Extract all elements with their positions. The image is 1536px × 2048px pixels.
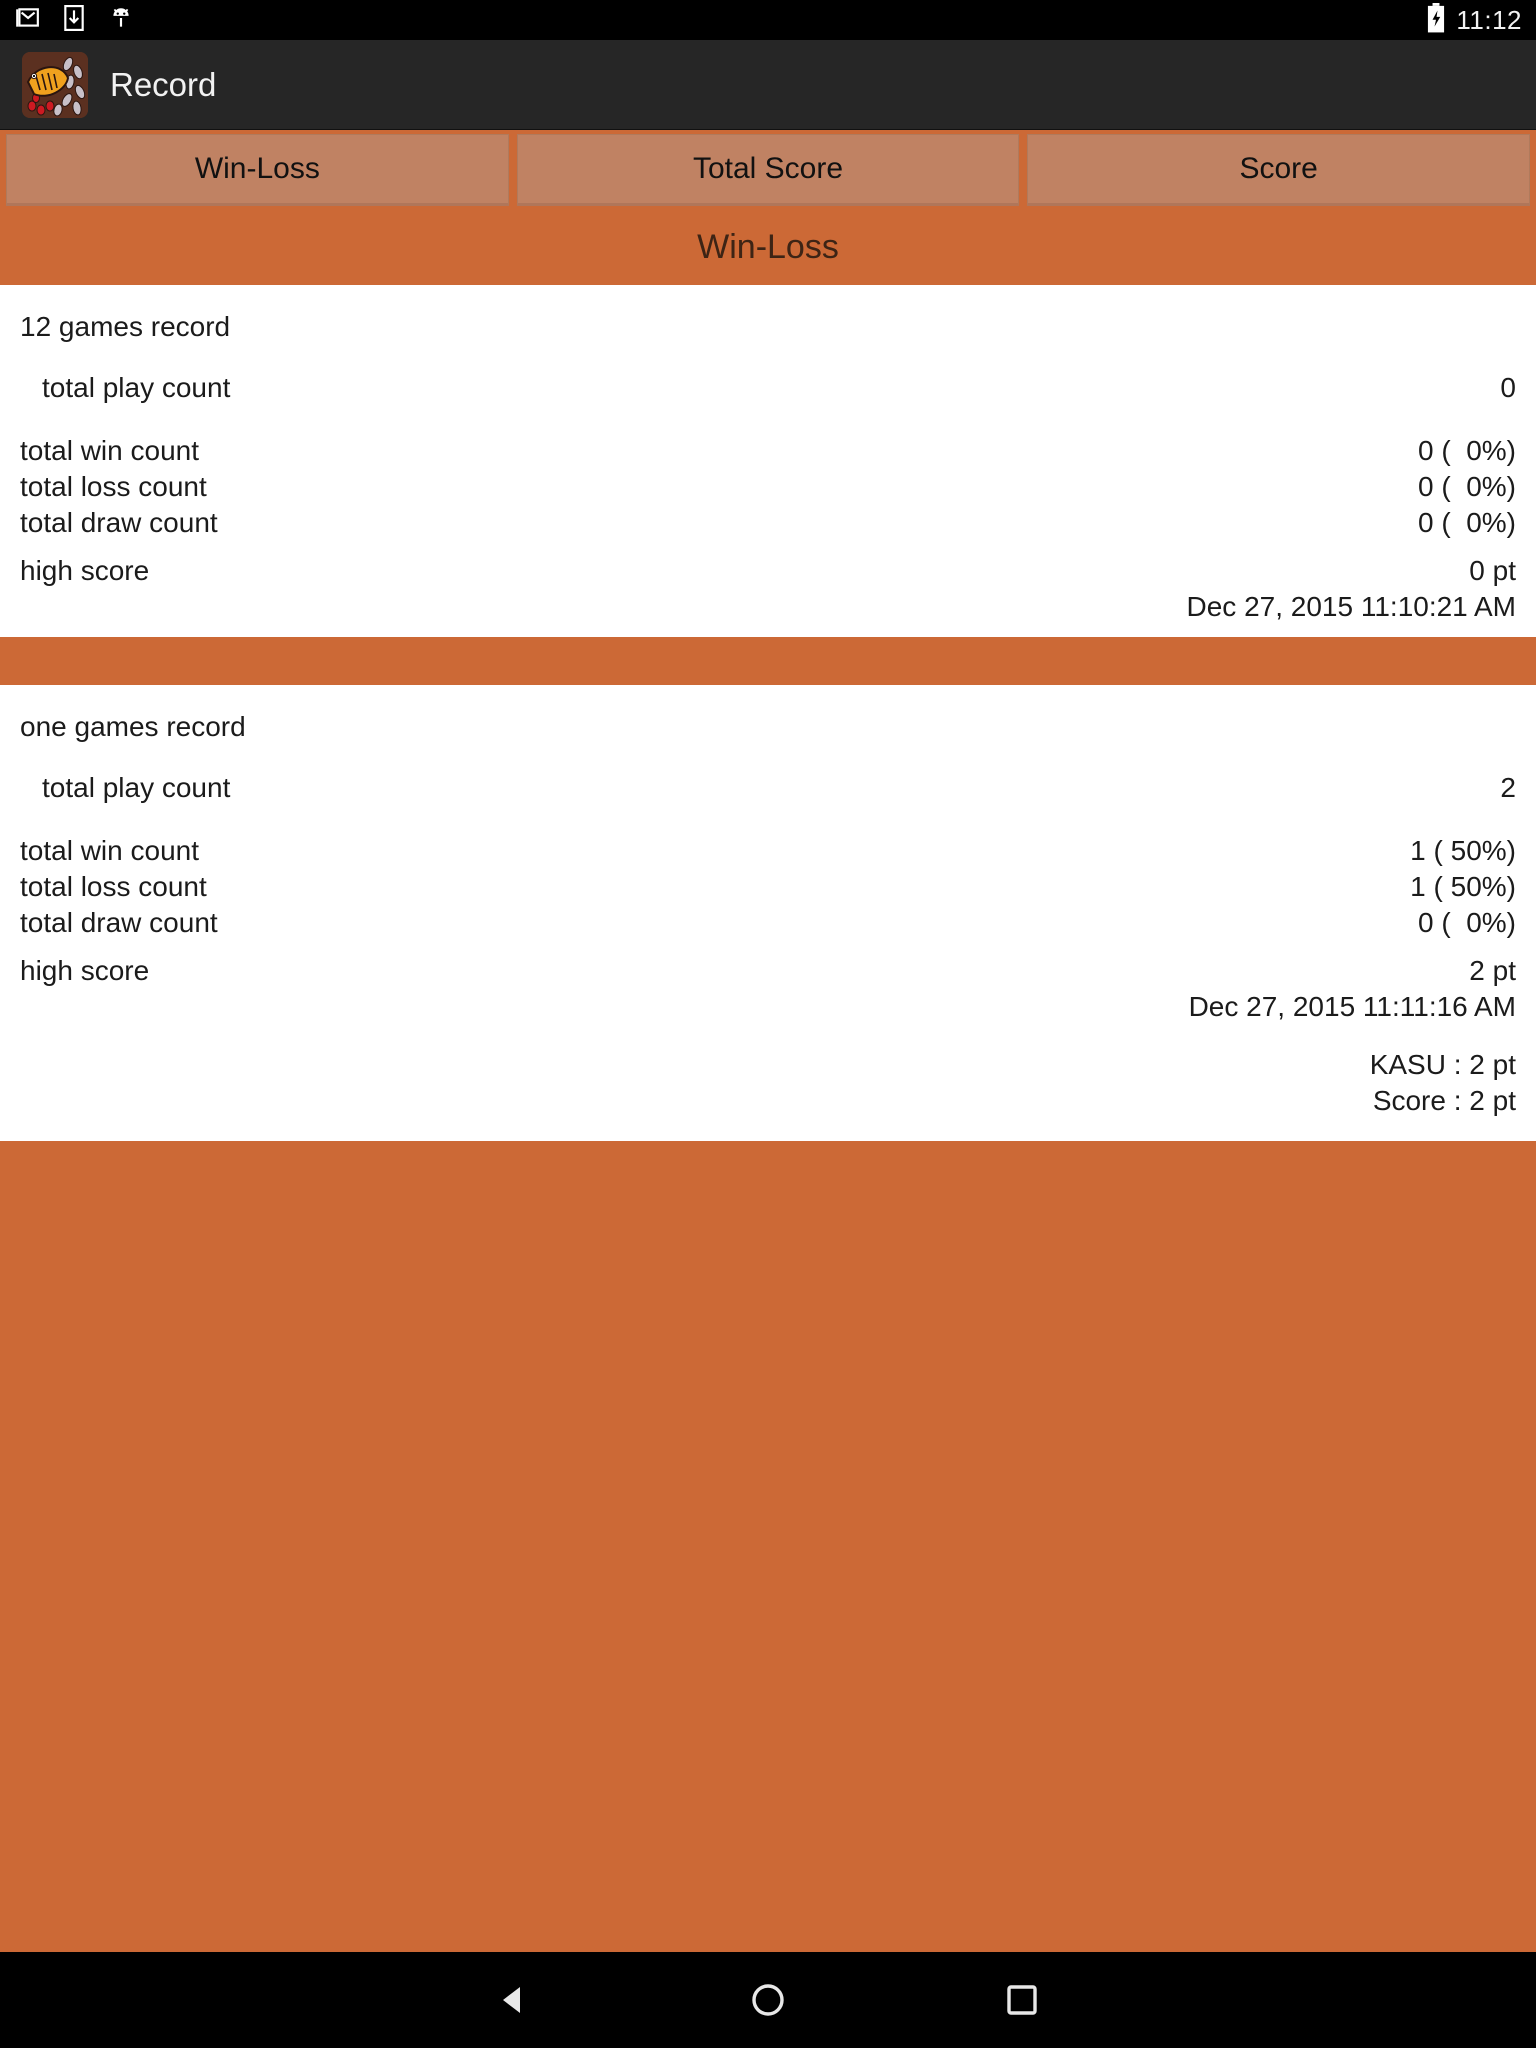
total-win-count-label: total win count [20, 435, 199, 466]
record-heading: 12 games record [20, 311, 231, 342]
row-total-loss-count: total loss count 1 ( 50%) [20, 869, 1516, 905]
total-draw-count-label: total draw count [20, 507, 218, 538]
total-draw-count-label: total draw count [20, 907, 218, 938]
high-score-value: 2 pt [1469, 955, 1516, 986]
total-win-count-label: total win count [20, 835, 199, 866]
record-list[interactable]: 12 games record total play count 0 total… [0, 285, 1536, 1952]
row-total-draw-count: total draw count 0 ( 0%) [20, 505, 1516, 541]
page-title: Record [110, 65, 217, 103]
record-card-12-games: 12 games record total play count 0 total… [0, 285, 1536, 637]
row-high-score: high score 2 pt [20, 953, 1516, 989]
row-total-loss-count: total loss count 0 ( 0%) [20, 469, 1516, 505]
android-debug-icon [108, 5, 134, 36]
app-launcher-icon [22, 51, 88, 118]
total-play-count-value: 0 [1500, 372, 1516, 403]
high-score-label: high score [20, 555, 150, 586]
action-bar: Record [0, 40, 1536, 130]
recents-square-icon[interactable] [995, 1973, 1049, 2027]
total-play-count-value: 2 [1500, 772, 1516, 803]
tab-total-score-label: Total Score [692, 152, 844, 185]
download-icon [62, 4, 86, 36]
total-loss-count-label: total loss count [20, 871, 207, 902]
back-triangle-icon[interactable] [487, 1973, 541, 2027]
high-score-date: Dec 27, 2015 11:11:16 AM [1188, 991, 1516, 1022]
tab-total-score[interactable]: Total Score [516, 134, 1020, 206]
app-screen: 11:12 Record Win-Loss Total Score Score … [0, 0, 1536, 2048]
row-high-score: high score 0 pt [20, 553, 1516, 589]
status-bar-clock: 11:12 [1456, 4, 1522, 35]
total-play-count-label: total play count [42, 372, 231, 403]
detail-line-kasu: KASU : 2 pt [1369, 1049, 1516, 1080]
total-win-count-value: 1 ( 50%) [1410, 835, 1516, 866]
tab-win-loss[interactable]: Win-Loss [6, 134, 509, 206]
record-heading: one games record [20, 711, 246, 742]
row-total-win-count: total win count 1 ( 50%) [20, 833, 1516, 869]
section-title: Win-Loss [0, 210, 1536, 285]
tab-score[interactable]: Score [1027, 134, 1531, 206]
status-bar-system-icons: 11:12 [1426, 2, 1522, 38]
row-total-play-count: total play count 2 [20, 765, 1516, 811]
row-total-play-count: total play count 0 [20, 365, 1516, 411]
high-score-label: high score [20, 955, 150, 986]
gmail-icon [14, 5, 40, 36]
record-divider [0, 637, 1536, 685]
total-loss-count-value: 0 ( 0%) [1417, 471, 1516, 502]
record-card-one-game: one games record total play count 2 tota… [0, 685, 1536, 1141]
high-score-value: 0 pt [1469, 555, 1516, 586]
status-bar: 11:12 [0, 0, 1536, 40]
total-draw-count-value: 0 ( 0%) [1417, 507, 1516, 538]
battery-charging-icon [1426, 2, 1446, 38]
row-total-draw-count: total draw count 0 ( 0%) [20, 905, 1516, 941]
detail-line-score: Score : 2 pt [1372, 1085, 1516, 1116]
total-loss-count-label: total loss count [20, 471, 207, 502]
total-win-count-value: 0 ( 0%) [1417, 435, 1516, 466]
total-play-count-label: total play count [42, 772, 231, 803]
tab-bar: Win-Loss Total Score Score [0, 130, 1536, 210]
tab-win-loss-label: Win-Loss [194, 152, 320, 185]
status-bar-notification-icons [14, 4, 134, 36]
tab-score-label: Score [1239, 152, 1318, 185]
home-circle-icon[interactable] [741, 1973, 795, 2027]
total-loss-count-value: 1 ( 50%) [1410, 871, 1516, 902]
high-score-date: Dec 27, 2015 11:10:21 AM [1186, 591, 1517, 622]
total-draw-count-value: 0 ( 0%) [1417, 907, 1516, 938]
row-total-win-count: total win count 0 ( 0%) [20, 433, 1516, 469]
navigation-bar [0, 1952, 1536, 2048]
